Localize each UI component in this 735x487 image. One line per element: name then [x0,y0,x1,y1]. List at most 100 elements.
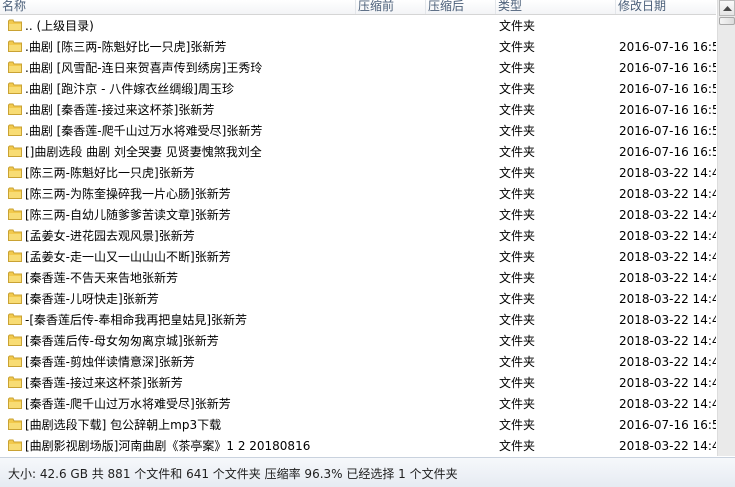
file-list-row[interactable]: .. (上级目录) 文件夹 [0,15,716,36]
folder-icon [8,145,22,157]
file-type: 文件夹 [499,40,536,54]
file-name: .. (上级目录) [25,19,94,33]
file-name: .曲剧 [风雪配-连日来贺喜声传到绣房]王秀玲 [25,61,263,75]
column-header-uncompressed[interactable]: 压缩后 [426,0,496,14]
file-type: 文件夹 [499,124,536,138]
file-list-row[interactable]: [秦香莲-儿呀快走]张新芳 文件夹 2018-03-22 14:44 [0,288,716,309]
folder-icon [8,439,22,451]
folder-icon [8,397,22,409]
file-name: .曲剧 [跑汴京 - 八件嫁衣丝绸缎]周玉珍 [25,82,234,96]
file-list-row[interactable]: [秦香莲-爬千山过万水将难受尽]张新芳 文件夹 2018-03-22 14:44 [0,393,716,414]
file-name: [秦香莲-接过来这杯茶]张新芳 [25,376,183,390]
vertical-scrollbar[interactable] [717,0,735,456]
folder-icon [8,166,22,178]
file-modified-date: 2018-03-22 14:44 [619,313,716,327]
file-name: [孟姜女-走一山又一山山山不断]张新芳 [25,250,231,264]
column-header-name[interactable]: 名称 [0,0,356,14]
status-bar: 大小: 42.6 GB 共 881 个文件和 641 个文件夹 压缩率 96.3… [0,457,735,487]
file-list-row[interactable]: [秦香莲后传-母女匆匆离京城]张新芳 文件夹 2018-03-22 14:44 [0,330,716,351]
file-modified-date: 2018-03-22 14:44 [619,187,716,201]
file-type: 文件夹 [499,166,536,180]
file-type: 文件夹 [499,145,536,159]
file-name: [秦香莲-儿呀快走]张新芳 [25,292,159,306]
file-modified-date: 2016-07-16 16:52 [619,124,716,138]
file-type: 文件夹 [499,208,536,222]
file-list-row[interactable]: [曲剧选段下载] 包公辞朝上mp3下载 文件夹 2016-07-16 16:52 [0,414,716,435]
folder-icon [8,355,22,367]
file-list-row[interactable]: [陈三两-自幼儿随爹爹苦读文章]张新芳 文件夹 2018-03-22 14:44 [0,204,716,225]
file-modified-date: 2016-07-16 16:52 [619,103,716,117]
file-list-row[interactable]: [秦香莲-不告天来告地张新芳 文件夹 2018-03-22 14:44 [0,267,716,288]
column-header-type[interactable]: 类型 [496,0,616,14]
file-type: 文件夹 [499,82,536,96]
file-type: 文件夹 [499,19,536,33]
folder-icon [8,124,22,136]
file-list-row[interactable]: []曲剧选段 曲剧 刘全哭妻 见贤妻愧煞我刘全 文件夹 2016-07-16 16:… [0,141,716,162]
column-header-modified[interactable]: 修改日期 [616,0,716,14]
scroll-thumb[interactable] [719,17,735,25]
scroll-up-button[interactable] [719,0,735,16]
folder-icon [8,271,22,283]
file-modified-date: 2018-03-22 14:44 [619,334,716,348]
file-modified-date: 2018-03-22 14:44 [619,166,716,180]
file-name: [秦香莲-剪烛伴读情意深]张新芳 [25,355,195,369]
file-modified-date: 2018-03-22 14:44 [619,397,716,411]
file-modified-date: 2018-03-22 14:44 [619,376,716,390]
file-name: [秦香莲后传-母女匆匆离京城]张新芳 [25,334,219,348]
folder-icon [8,40,22,52]
file-list-row[interactable]: .曲剧 [跑汴京 - 八件嫁衣丝绸缎]周玉珍 文件夹 2016-07-16 16:5… [0,78,716,99]
file-list-row[interactable]: [孟姜女-走一山又一山山山不断]张新芳 文件夹 2018-03-22 14:44 [0,246,716,267]
folder-icon [8,229,22,241]
file-name: [曲剧影视剧场版]河南曲剧《茶亭案》1 2 20180816 [25,439,311,453]
file-modified-date: 2018-03-22 14:44 [619,208,716,222]
file-modified-date: 2018-03-22 14:44 [619,439,716,453]
folder-icon [8,187,22,199]
file-type: 文件夹 [499,250,536,264]
file-type: 文件夹 [499,334,536,348]
file-list-row[interactable]: [陈三两-为陈奎操碎我一片心肠]张新芳 文件夹 2018-03-22 14:44 [0,183,716,204]
status-text: 大小: 42.6 GB 共 881 个文件和 641 个文件夹 压缩率 96.3… [8,467,458,481]
file-type: 文件夹 [499,271,536,285]
folder-icon [8,418,22,430]
file-name: .曲剧 [秦香莲-接过来这杯茶]张新芳 [25,103,215,117]
file-modified-date: 2016-07-16 16:52 [619,61,716,75]
file-type: 文件夹 [499,376,536,390]
file-type: 文件夹 [499,187,536,201]
folder-icon [8,376,22,388]
file-list-row[interactable]: .曲剧 [风雪配-连日来贺喜声传到绣房]王秀玲 文件夹 2016-07-16 16:… [0,57,716,78]
file-type: 文件夹 [499,439,536,453]
file-list-row[interactable]: [曲剧影视剧场版]河南曲剧《茶亭案》1 2 20180816 文件夹 2018-03… [0,435,716,456]
file-modified-date: 2018-03-22 14:44 [619,229,716,243]
file-list-row[interactable]: [陈三两-陈魁好比一只虎]张新芳 文件夹 2018-03-22 14:44 [0,162,716,183]
file-type: 文件夹 [499,61,536,75]
folder-icon [8,19,22,31]
file-list: .. (上级目录) 文件夹 .曲剧 [陈三两-陈魁好比一只虎]张新芳 文件夹 2016-… [0,15,716,456]
file-modified-date: 2016-07-16 16:52 [619,40,716,54]
file-modified-date: 2016-07-16 16:52 [619,145,716,159]
file-type: 文件夹 [499,103,536,117]
file-list-row[interactable]: .曲剧 [陈三两-陈魁好比一只虎]张新芳 文件夹 2016-07-16 16:52 [0,36,716,57]
column-header-compressed[interactable]: 压缩前 [356,0,426,14]
file-type: 文件夹 [499,229,536,243]
file-name: [陈三两-陈魁好比一只虎]张新芳 [25,166,195,180]
folder-icon [8,61,22,73]
file-name: [陈三两-自幼儿随爹爹苦读文章]张新芳 [25,208,231,222]
file-modified-date: 2016-07-16 16:52 [619,82,716,96]
file-modified-date: 2018-03-22 14:44 [619,271,716,285]
file-modified-date: 2018-03-22 14:44 [619,250,716,264]
folder-icon [8,250,22,262]
file-list-row[interactable]: .曲剧 [秦香莲-接过来这杯茶]张新芳 文件夹 2016-07-16 16:52 [0,99,716,120]
file-list-row[interactable]: .曲剧 [秦香莲-爬千山过万水将难受尽]张新芳 文件夹 2016-07-16 16:… [0,120,716,141]
file-list-row[interactable]: [秦香莲-剪烛伴读情意深]张新芳 文件夹 2018-03-22 14:44 [0,351,716,372]
folder-icon [8,313,22,325]
file-list-row[interactable]: [秦香莲-接过来这杯茶]张新芳 文件夹 2018-03-22 14:44 [0,372,716,393]
file-type: 文件夹 [499,313,536,327]
file-list-row[interactable]: -[秦香莲后传-奉相命我再把皇姑見]张新芳 文件夹 2018-03-22 14:44 [0,309,716,330]
file-modified-date: 2016-07-16 16:52 [619,418,716,432]
file-name: [孟姜女-进花园去观风景]张新芳 [25,229,195,243]
file-name: [秦香莲-爬千山过万水将难受尽]张新芳 [25,397,231,411]
file-list-row[interactable]: [孟姜女-进花园去观风景]张新芳 文件夹 2018-03-22 14:44 [0,225,716,246]
file-type: 文件夹 [499,397,536,411]
file-modified-date: 2018-03-22 14:44 [619,355,716,369]
file-name: []曲剧选段 曲剧 刘全哭妻 见贤妻愧煞我刘全 [25,145,262,159]
